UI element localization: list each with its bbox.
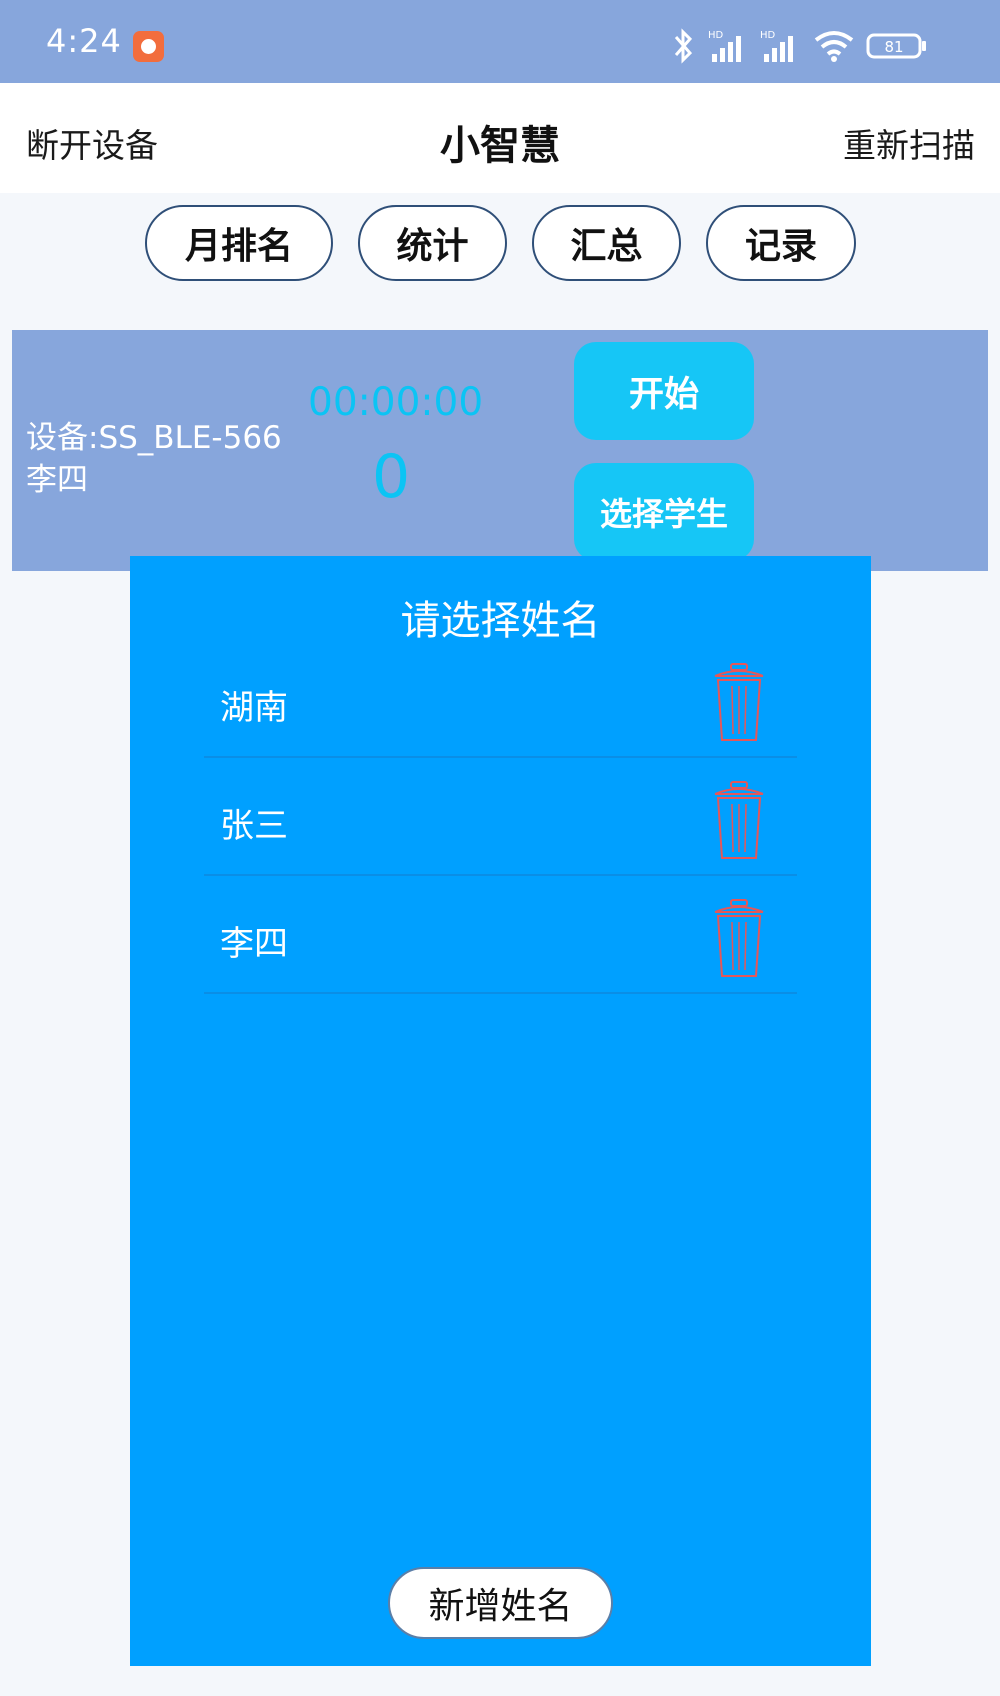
name-label: 李四	[220, 924, 288, 964]
tab-summary[interactable]: 汇总	[532, 205, 681, 281]
name-label: 张三	[220, 806, 288, 846]
tab-bar: 月排名 统计 汇总 记录	[0, 205, 1000, 281]
battery-icon: 81	[866, 33, 926, 59]
select-student-button[interactable]: 选择学生	[574, 463, 754, 561]
app-header: 断开设备 小智慧 重新扫描	[0, 83, 1000, 193]
tab-monthly-ranking[interactable]: 月排名	[145, 205, 333, 281]
list-item[interactable]: 张三	[204, 758, 797, 876]
list-item[interactable]: 湖南	[204, 640, 797, 758]
hd-signal-icon: HD	[760, 30, 793, 62]
name-label: 湖南	[220, 688, 288, 728]
current-student: 李四	[26, 462, 88, 498]
bluetooth-icon	[674, 28, 693, 64]
svg-text:HD: HD	[760, 30, 776, 41]
tab-records[interactable]: 记录	[706, 205, 856, 281]
dialog-title: 请选择姓名	[400, 598, 601, 644]
app-notification-icon	[133, 31, 164, 62]
timer-display: 00:00:00	[308, 380, 484, 425]
start-button[interactable]: 开始	[574, 342, 754, 440]
add-name-button[interactable]: 新增姓名	[388, 1567, 613, 1639]
trash-icon[interactable]	[711, 898, 767, 980]
status-icons: HD HD 81	[672, 28, 942, 64]
list-item[interactable]: 李四	[204, 876, 797, 994]
device-name: 设备:SS_BLE-566	[26, 420, 282, 456]
svg-text:HD: HD	[708, 30, 724, 41]
status-time: 4:24	[46, 22, 122, 60]
device-panel: 设备:SS_BLE-566 李四 00:00:00 0 开始 选择学生	[12, 330, 988, 571]
trash-icon[interactable]	[711, 780, 767, 862]
tab-statistics[interactable]: 统计	[358, 205, 507, 281]
count-display: 0	[372, 442, 411, 512]
rescan-button[interactable]: 重新扫描	[843, 119, 975, 167]
wifi-icon	[814, 31, 854, 62]
select-name-dialog: 请选择姓名 湖南 张三 李四 新增姓名	[130, 556, 871, 1666]
hd-signal-icon: HD	[708, 30, 741, 62]
status-bar: 4:24 HD HD 81	[0, 0, 1000, 83]
trash-icon[interactable]	[711, 662, 767, 744]
battery-level: 81	[884, 38, 903, 56]
